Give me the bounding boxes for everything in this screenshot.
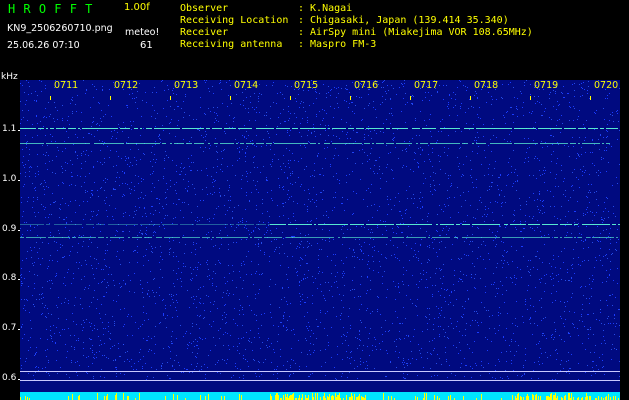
receiver-label: Receiver (180, 27, 229, 38)
observer-label: Observer (180, 3, 229, 14)
time-tick-label: 0719 (534, 80, 559, 91)
time-tick-label: 0716 (354, 80, 379, 91)
time-tick-label: 0711 (54, 80, 79, 91)
time-tick-mark (170, 96, 171, 100)
datetime-label: 25.06.26 07:10 (7, 40, 80, 51)
carrier-line (20, 224, 270, 225)
carrier-line (20, 128, 618, 129)
time-tick-mark (110, 96, 111, 100)
time-tick-mark (50, 96, 51, 100)
time-tick-label: 0717 (414, 80, 439, 91)
antenna-label: Receiving antenna (180, 39, 283, 50)
right-margin (620, 72, 629, 400)
freq-tick-label: 1.0 (2, 174, 17, 184)
receiver-value: : AirSpy mini (Miakejima VOR 108.65MHz) (298, 27, 533, 38)
reference-line (20, 371, 620, 372)
spectrogram-plot (20, 80, 620, 400)
freq-tick-label: 0.9 (2, 224, 17, 234)
location-label: Receiving Location (180, 15, 289, 26)
antenna-value: : Maspro FM-3 (298, 39, 377, 50)
observer-value: : K.Nagai (298, 3, 353, 14)
file-name: KN9_2506260710.png (7, 23, 113, 34)
carrier-line (20, 237, 618, 238)
meteor-count: 61 (140, 40, 153, 51)
noise-speckle (20, 80, 620, 380)
app-title: HROFFT (8, 2, 101, 16)
freq-tick-label: 0.8 (2, 273, 17, 283)
meteo-label: meteo! (125, 27, 160, 38)
time-tick-mark (410, 96, 411, 100)
freq-tick-label: 0.7 (2, 323, 17, 333)
carrier-line (20, 143, 610, 144)
time-tick-mark (530, 96, 531, 100)
frequency-unit-label: kHz (1, 72, 18, 82)
freq-tick-label: 0.6 (2, 373, 17, 383)
carrier-line (270, 224, 620, 225)
time-tick-mark (470, 96, 471, 100)
time-tick-label: 0713 (174, 80, 199, 91)
location-value: : Chigasaki, Japan (139.414 35.340) (298, 15, 509, 26)
freq-tick-label: 1.1 (2, 124, 17, 134)
time-tick-label: 0714 (234, 80, 259, 91)
reference-line (20, 380, 620, 381)
time-tick-mark (350, 96, 351, 100)
spectrogram-canvas (20, 80, 620, 400)
time-tick-mark (290, 96, 291, 100)
time-tick-mark (230, 96, 231, 100)
time-tick-label: 0720 (594, 80, 619, 91)
time-tick-label: 0715 (294, 80, 319, 91)
time-tick-mark (590, 96, 591, 100)
frequency-axis (0, 72, 20, 400)
time-tick-label: 0718 (474, 80, 499, 91)
noise-speckle (20, 80, 619, 380)
time-tick-label: 0712 (114, 80, 139, 91)
version-label: 1.00f (124, 2, 150, 13)
